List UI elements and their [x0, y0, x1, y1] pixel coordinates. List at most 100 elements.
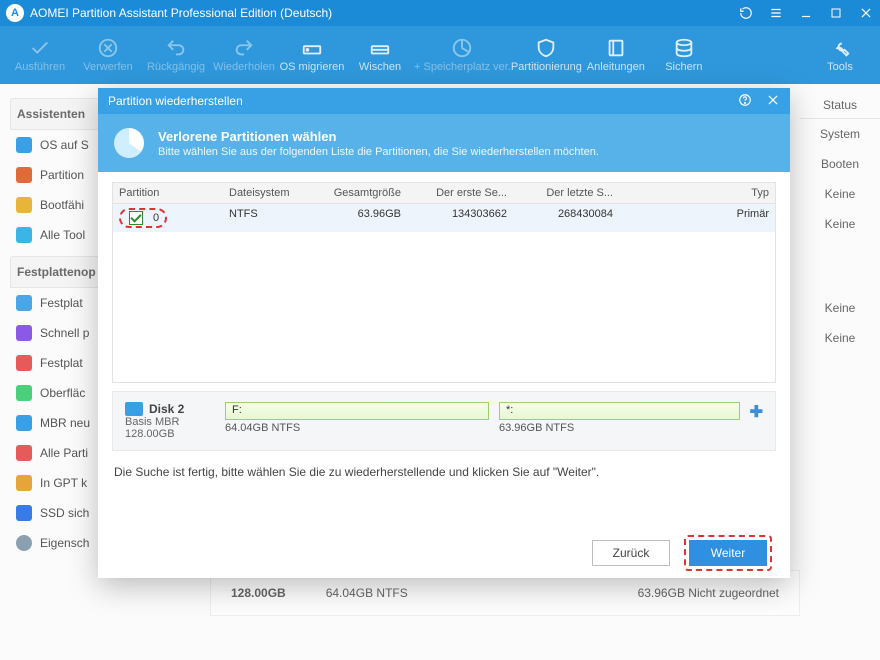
back-button[interactable]: Zurück [592, 540, 670, 566]
toolbar-label: Partitionierung [511, 61, 582, 73]
toolbar-undo[interactable]: Rückgängig [142, 26, 210, 84]
partition-icon [16, 167, 32, 183]
ghost-disk-size: 128.00GB [231, 586, 286, 600]
toolbar-extend-space[interactable]: + Speicherplatz ver. [414, 26, 511, 84]
help-icon[interactable] [738, 93, 752, 110]
toolbar-migrate-os[interactable]: OS migrieren [278, 26, 346, 84]
highlight-ring: Weiter [684, 535, 772, 571]
boot-icon [16, 197, 32, 213]
dialog-message: Die Suche ist fertig, bitte wählen Sie d… [114, 465, 774, 479]
row-first-sector: 134303662 [407, 204, 513, 232]
row-checkbox[interactable] [129, 211, 143, 225]
dialog-footer: Zurück Weiter [98, 528, 790, 578]
partition-block-1[interactable]: F: 64.04GB NTFS [225, 402, 489, 440]
toolbar-guides[interactable]: Anleitungen [582, 26, 650, 84]
ghost-part-1: 64.04GB NTFS [326, 586, 408, 600]
row-last-sector: 268430084 [513, 204, 619, 232]
cancel-icon [97, 37, 119, 59]
app-title: AOMEI Partition Assistant Professional E… [30, 6, 738, 20]
row-size: 63.96GB [315, 204, 407, 232]
status-column: Status System Booten Keine Keine Keine K… [800, 84, 880, 660]
erase-icon [369, 37, 391, 59]
toolbar-redo[interactable]: Wiederholen [210, 26, 278, 84]
sidebar-item-label: Festplat [40, 296, 83, 310]
toolbar-label: Sichern [665, 61, 702, 73]
part2-drive: *: [506, 404, 513, 416]
status-header: Status [800, 92, 880, 119]
sidebar-item-label: Schnell p [40, 326, 89, 340]
row-fs: NTFS [223, 204, 315, 232]
partition-block-2[interactable]: *: 63.96GB NTFS ✚ [499, 402, 763, 440]
ssd-icon [16, 505, 32, 521]
th-type[interactable]: Typ [619, 183, 775, 203]
disk-icon [125, 402, 143, 416]
dialog-close-icon[interactable] [766, 93, 780, 110]
main-toolbar: Ausführen Verwerfen Rückgängig Wiederhol… [0, 26, 880, 84]
trash-icon [16, 445, 32, 461]
sidebar-item-label: Oberfläc [40, 386, 85, 400]
info-icon [16, 535, 32, 551]
status-cell [800, 239, 880, 293]
table-header: Partition Dateisystem Gesamtgröße Der er… [113, 183, 775, 204]
toolbar-tools[interactable]: Tools [806, 26, 874, 84]
toolbar-discard[interactable]: Verwerfen [74, 26, 142, 84]
maximize-icon[interactable] [828, 5, 844, 21]
part2-desc: 63.96GB NTFS [499, 422, 740, 434]
dialog-title: Partition wiederherstellen [108, 94, 243, 108]
status-cell: Keine [800, 323, 880, 353]
status-cell: Keine [800, 209, 880, 239]
drive-icon [16, 137, 32, 153]
grid-icon [16, 227, 32, 243]
row-type: Primär [619, 204, 775, 232]
minimize-icon[interactable] [798, 5, 814, 21]
close-icon[interactable] [858, 5, 874, 21]
disk-name-row: Disk 2 [125, 402, 215, 416]
refresh-icon[interactable] [738, 5, 754, 21]
disk-summary: Disk 2 Basis MBR 128.00GB F: 64.04GB NTF… [112, 391, 776, 451]
partition-table: Partition Dateisystem Gesamtgröße Der er… [112, 182, 776, 383]
toolbar-wipe[interactable]: Wischen [346, 26, 414, 84]
sidebar-item-label: Alle Parti [40, 446, 88, 460]
disk-scheme: Basis MBR [125, 416, 215, 428]
surface-icon [16, 385, 32, 401]
th-first-sector[interactable]: Der erste Se... [407, 183, 513, 203]
add-partition-icon[interactable]: ✚ [750, 402, 763, 440]
toolbar-label: Verwerfen [83, 61, 133, 73]
toolbar-execute[interactable]: Ausführen [6, 26, 74, 84]
th-partition[interactable]: Partition [113, 183, 223, 203]
title-bar: A AOMEI Partition Assistant Professional… [0, 0, 880, 26]
toolbar-backup[interactable]: Sichern [650, 26, 718, 84]
banner-title: Verlorene Partitionen wählen [158, 129, 599, 144]
toolbar-label: OS migrieren [280, 61, 345, 73]
th-total-size[interactable]: Gesamtgröße [315, 183, 407, 203]
shield-icon [535, 37, 557, 59]
toolbar-label: Anleitungen [587, 61, 645, 73]
disk-icon [16, 295, 32, 311]
check-icon [29, 37, 51, 59]
sidebar-item-label: Festplat [40, 356, 83, 370]
sidebar-item-label: SSD sich [40, 506, 89, 520]
toolbar-label: Ausführen [15, 61, 65, 73]
part1-drive: F: [232, 404, 242, 416]
database-icon [673, 37, 695, 59]
pie-icon [451, 37, 473, 59]
status-cell: Keine [800, 179, 880, 209]
th-last-sector[interactable]: Der letzte S... [513, 183, 619, 203]
next-button[interactable]: Weiter [689, 540, 767, 566]
toolbar-label: Wiederholen [213, 61, 275, 73]
menu-icon[interactable] [768, 5, 784, 21]
sidebar-item-label: Eigensch [40, 536, 89, 550]
sidebar-item-label: In GPT k [40, 476, 87, 490]
toolbar-partitioning[interactable]: Partitionierung [511, 26, 582, 84]
table-row[interactable]: 0 NTFS 63.96GB 134303662 268430084 Primä… [113, 204, 775, 232]
pie-chart-icon [114, 128, 144, 158]
table-empty-space [113, 232, 775, 382]
th-filesystem[interactable]: Dateisystem [223, 183, 315, 203]
status-cell: Booten [800, 149, 880, 179]
toolbar-label: + Speicherplatz ver. [414, 61, 511, 73]
book-icon [605, 37, 627, 59]
convert-icon [16, 475, 32, 491]
status-cell: Keine [800, 293, 880, 323]
sidebar-item-label: Alle Tool [40, 228, 85, 242]
sidebar-item-label: OS auf S [40, 138, 89, 152]
